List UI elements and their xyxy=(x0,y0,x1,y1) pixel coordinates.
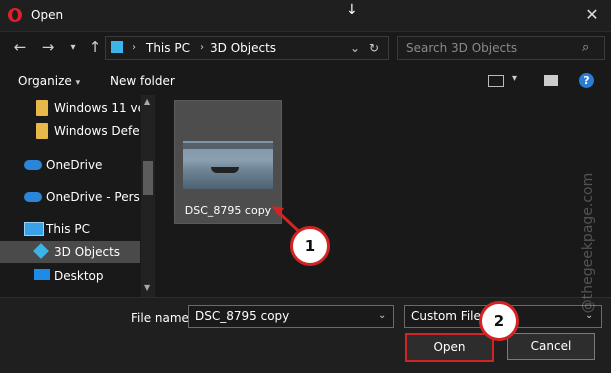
dropdown-chevron-icon[interactable]: ⌄ xyxy=(350,41,360,55)
sidebar-item-label: OneDrive - Person xyxy=(46,190,140,204)
recent-locations-chevron-icon[interactable]: ▾ xyxy=(63,42,83,53)
sidebar-item-windows-11[interactable]: Windows 11 vers xyxy=(0,97,140,119)
sidebar-item-desktop[interactable]: Desktop xyxy=(0,265,140,287)
breadcrumb-this-pc[interactable]: This PC xyxy=(146,41,190,55)
folder-icon xyxy=(36,100,48,116)
back-button[interactable]: ← xyxy=(10,38,30,56)
file-name-label: File name: xyxy=(131,311,193,325)
address-bar[interactable]: › This PC › 3D Objects ⌄ ↻ xyxy=(105,36,389,60)
scrollbar-thumb[interactable] xyxy=(143,161,153,195)
mouse-cursor-icon: ↓ xyxy=(346,2,358,18)
sidebar-item-label: Desktop xyxy=(54,269,104,283)
sidebar-item-this-pc[interactable]: This PC xyxy=(0,218,140,240)
breadcrumb-3d-objects[interactable]: 3D Objects xyxy=(210,41,276,55)
file-name-label: DSC_8795 copy xyxy=(184,204,272,217)
sidebar-item-label: OneDrive xyxy=(46,158,103,172)
organize-chevron-icon: ▾ xyxy=(75,78,81,88)
sidebar-item-label: 3D Objects xyxy=(54,245,121,259)
scroll-down-icon[interactable]: ▼ xyxy=(144,283,150,292)
step-badge-2: 2 xyxy=(479,301,519,341)
chevron-down-icon[interactable]: ⌄ xyxy=(378,310,386,321)
separator-icon: › xyxy=(200,42,204,53)
sidebar-item-windows-defender[interactable]: Windows Defend xyxy=(0,120,140,142)
shoreline xyxy=(183,143,273,149)
file-name-value: DSC_8795 copy xyxy=(195,309,290,323)
organize-label: Organize xyxy=(18,74,72,88)
step-badge-1: 1 xyxy=(290,226,330,266)
scroll-up-icon[interactable]: ▲ xyxy=(144,97,150,106)
up-button[interactable]: ↑ xyxy=(85,38,105,56)
folder-icon xyxy=(36,123,48,139)
onedrive-cloud-icon xyxy=(24,160,42,170)
file-name-input[interactable]: DSC_8795 copy ⌄ xyxy=(188,305,394,328)
search-icon: ⌕ xyxy=(582,40,590,55)
sidebar-item-onedrive[interactable]: OneDrive xyxy=(0,154,140,176)
sidebar-item-onedrive-personal[interactable]: OneDrive - Person xyxy=(0,186,140,208)
forward-button[interactable]: → xyxy=(38,38,58,56)
watermark-text: @thegeekpage.com xyxy=(580,172,596,314)
3d-objects-icon xyxy=(111,41,123,53)
file-type-value: Custom Files xyxy=(411,309,488,323)
computer-icon xyxy=(24,222,44,236)
open-button[interactable]: Open xyxy=(405,333,494,362)
view-chevron-icon[interactable]: ▾ xyxy=(512,73,517,84)
window-title: Open xyxy=(31,8,64,22)
file-item[interactable]: DSC_8795 copy xyxy=(174,100,282,224)
sidebar-item-3d-objects[interactable]: 3D Objects xyxy=(0,241,140,263)
new-folder-button[interactable]: New folder xyxy=(110,74,175,88)
separator-icon: › xyxy=(132,42,136,53)
image-thumbnail xyxy=(183,141,273,189)
title-bar: Open ↓ ✕ xyxy=(0,0,611,32)
search-box[interactable]: Search 3D Objects ⌕ xyxy=(397,36,605,60)
sidebar-item-label: This PC xyxy=(46,222,90,236)
preview-pane-icon[interactable] xyxy=(544,75,558,86)
open-dialog: Open ↓ ✕ ← → ▾ ↑ › This PC › 3D Objects … xyxy=(0,0,611,373)
organize-button[interactable]: Organize ▾ xyxy=(18,74,80,88)
watermark: @thegeekpage.com xyxy=(573,140,603,360)
sidebar-scrollbar[interactable]: ▲ ▼ xyxy=(141,95,155,297)
close-icon[interactable]: ✕ xyxy=(580,4,604,26)
boat-image xyxy=(211,167,239,173)
help-icon[interactable]: ? xyxy=(579,73,594,88)
onedrive-cloud-icon xyxy=(24,192,42,202)
opera-icon xyxy=(8,8,22,22)
sidebar-item-label: Windows 11 vers xyxy=(54,101,140,115)
search-input[interactable]: Search 3D Objects xyxy=(406,41,517,55)
desktop-icon xyxy=(34,269,50,280)
view-options-icon[interactable] xyxy=(488,75,504,87)
refresh-icon[interactable]: ↻ xyxy=(369,41,379,55)
sidebar-item-label: Windows Defend xyxy=(54,124,140,138)
3d-objects-icon xyxy=(33,243,49,259)
